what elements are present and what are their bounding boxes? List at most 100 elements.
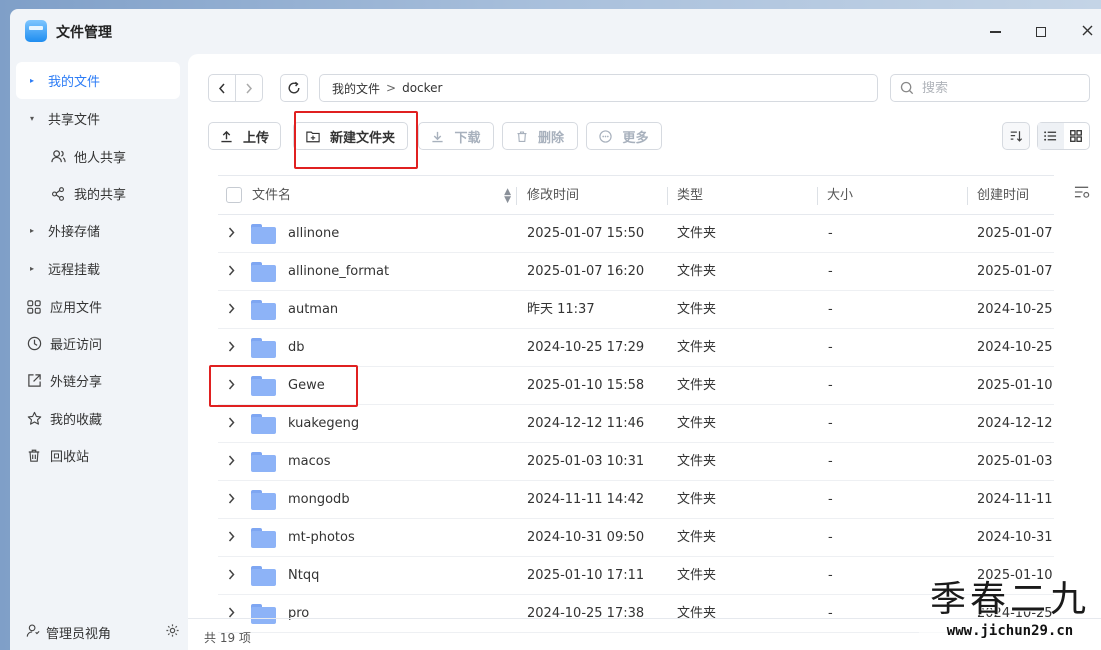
sidebar-item-label: 我的共享 bbox=[74, 188, 127, 203]
file-type: 文件夹 bbox=[677, 492, 717, 507]
created-date: 2025-01-07 bbox=[977, 226, 1053, 241]
grid-view-button[interactable] bbox=[1064, 123, 1090, 149]
created-date: 2024-10-25 bbox=[977, 302, 1053, 317]
maximize-icon bbox=[1036, 27, 1046, 37]
sort-button[interactable] bbox=[1002, 122, 1030, 150]
table-row[interactable]: macos 2025-01-03 10:31 文件夹 - 2025-01-03 bbox=[218, 443, 1054, 481]
gear-icon[interactable] bbox=[165, 623, 180, 642]
file-name[interactable]: autman bbox=[288, 291, 338, 329]
refresh-icon bbox=[288, 81, 300, 94]
expand-chevron-icon[interactable] bbox=[228, 265, 235, 279]
column-settings-icon[interactable] bbox=[1074, 185, 1091, 203]
file-name[interactable]: kuakegeng bbox=[288, 405, 359, 443]
admin-view-toggle[interactable]: 管理员视角 bbox=[16, 610, 186, 650]
apps-icon bbox=[26, 299, 42, 315]
new-folder-button[interactable]: 新建文件夹 bbox=[293, 122, 408, 150]
breadcrumb[interactable]: 我的文件 > docker bbox=[319, 74, 878, 102]
select-all-checkbox[interactable] bbox=[226, 187, 242, 203]
file-size: - bbox=[828, 530, 833, 545]
breadcrumb-root[interactable]: 我的文件 bbox=[332, 80, 380, 97]
sidebar-item-my-shares[interactable]: 我的共享 bbox=[16, 175, 180, 212]
column-header-name[interactable]: 文件名 ▲ ▼ bbox=[252, 176, 517, 215]
file-name[interactable]: db bbox=[288, 329, 305, 367]
sidebar-item-recycle-bin[interactable]: 回收站 bbox=[16, 437, 180, 474]
refresh-button[interactable] bbox=[280, 74, 308, 102]
caret-right-icon: ▸ bbox=[30, 264, 35, 273]
expand-chevron-icon[interactable] bbox=[228, 455, 235, 469]
expand-chevron-icon[interactable] bbox=[228, 417, 235, 431]
file-name[interactable]: mt-photos bbox=[288, 519, 355, 557]
more-button[interactable]: 更多 bbox=[586, 122, 662, 150]
modified-time: 2024-12-12 11:46 bbox=[527, 416, 645, 431]
back-button[interactable] bbox=[209, 75, 236, 101]
column-label: 大小 bbox=[827, 188, 854, 203]
file-size: - bbox=[828, 264, 833, 279]
forward-button[interactable] bbox=[236, 75, 262, 101]
column-header-size[interactable]: 大小 bbox=[827, 176, 968, 215]
modified-time: 2024-10-31 09:50 bbox=[527, 530, 645, 545]
table-row[interactable]: mongodb 2024-11-11 14:42 文件夹 - 2024-11-11 bbox=[218, 481, 1054, 519]
sidebar-item-favorites[interactable]: 我的收藏 bbox=[16, 400, 180, 437]
file-name[interactable]: allinone bbox=[288, 215, 339, 253]
search-box[interactable] bbox=[890, 74, 1090, 102]
list-view-button[interactable] bbox=[1038, 123, 1064, 149]
column-header-created[interactable]: 创建时间 bbox=[977, 176, 1057, 215]
trash-icon bbox=[26, 448, 42, 464]
maximize-button[interactable] bbox=[1030, 21, 1052, 43]
table-row[interactable]: db 2024-10-25 17:29 文件夹 - 2024-10-25 bbox=[218, 329, 1054, 367]
sidebar-item-remote-mount[interactable]: ▸ 远程挂载 bbox=[16, 250, 180, 287]
file-name[interactable]: allinone_format bbox=[288, 253, 389, 291]
minimize-button[interactable] bbox=[984, 21, 1006, 43]
column-header-type[interactable]: 类型 bbox=[677, 176, 818, 215]
folder-icon bbox=[251, 490, 276, 510]
caret-right-icon: ▸ bbox=[30, 76, 35, 85]
sidebar-item-shared-by-others[interactable]: 他人共享 bbox=[16, 138, 180, 175]
close-button[interactable] bbox=[1076, 21, 1098, 43]
sidebar-item-recent[interactable]: 最近访问 bbox=[16, 325, 180, 362]
expand-chevron-icon[interactable] bbox=[228, 379, 235, 393]
expand-chevron-icon[interactable] bbox=[228, 227, 235, 241]
download-icon bbox=[431, 130, 444, 143]
chevron-right-icon bbox=[246, 83, 252, 93]
created-date: 2025-01-07 bbox=[977, 264, 1053, 279]
table-row[interactable]: allinone 2025-01-07 15:50 文件夹 - 2025-01-07 bbox=[218, 215, 1054, 253]
sidebar-item-my-files[interactable]: ▸ 我的文件 bbox=[16, 62, 180, 99]
file-type: 文件夹 bbox=[677, 454, 717, 469]
table-row[interactable]: kuakegeng 2024-12-12 11:46 文件夹 - 2024-12-12 bbox=[218, 405, 1054, 443]
expand-chevron-icon[interactable] bbox=[228, 569, 235, 583]
file-name[interactable]: Gewe bbox=[288, 367, 325, 405]
expand-chevron-icon[interactable] bbox=[228, 303, 235, 317]
upload-button[interactable]: 上传 bbox=[208, 122, 281, 150]
file-size: - bbox=[828, 568, 833, 583]
app-icon bbox=[25, 20, 47, 42]
file-name[interactable]: macos bbox=[288, 443, 331, 481]
file-name[interactable]: Ntqq bbox=[288, 557, 319, 595]
breadcrumb-current[interactable]: docker bbox=[402, 81, 442, 95]
sidebar-item-shared-files[interactable]: ▾ 共享文件 bbox=[16, 100, 180, 137]
table-row[interactable]: Gewe 2025-01-10 15:58 文件夹 - 2025-01-10 bbox=[218, 367, 1054, 405]
expand-chevron-icon[interactable] bbox=[228, 341, 235, 355]
created-date: 2024-11-11 bbox=[977, 492, 1053, 507]
trash-icon bbox=[516, 130, 528, 143]
sidebar-item-label: 我的收藏 bbox=[50, 413, 103, 428]
sidebar-item-external-links[interactable]: 外链分享 bbox=[16, 362, 180, 399]
column-header-modified[interactable]: 修改时间 bbox=[527, 176, 668, 215]
sidebar-item-app-files[interactable]: 应用文件 bbox=[16, 288, 180, 325]
sidebar-item-external-storage[interactable]: ▸ 外接存储 bbox=[16, 212, 180, 249]
table-row[interactable]: mt-photos 2024-10-31 09:50 文件夹 - 2024-10-31 bbox=[218, 519, 1054, 557]
sort-arrows-icon: ▲ ▼ bbox=[504, 187, 511, 205]
external-link-icon bbox=[26, 373, 42, 389]
expand-chevron-icon[interactable] bbox=[228, 493, 235, 507]
modified-time: 2025-01-03 10:31 bbox=[527, 454, 645, 469]
created-date: 2025-01-10 bbox=[977, 378, 1053, 393]
delete-button[interactable]: 删除 bbox=[502, 122, 578, 150]
expand-chevron-icon[interactable] bbox=[228, 531, 235, 545]
table-row[interactable]: allinone_format 2025-01-07 16:20 文件夹 - 2025-… bbox=[218, 253, 1054, 291]
download-button[interactable]: 下载 bbox=[418, 122, 494, 150]
more-icon bbox=[599, 129, 613, 143]
file-name[interactable]: mongodb bbox=[288, 481, 350, 519]
table-row[interactable]: autman 昨天 11:37 文件夹 - 2024-10-25 bbox=[218, 291, 1054, 329]
search-input[interactable] bbox=[922, 80, 1072, 96]
modified-time: 2024-10-25 17:29 bbox=[527, 340, 645, 355]
view-toggle bbox=[1037, 122, 1090, 150]
